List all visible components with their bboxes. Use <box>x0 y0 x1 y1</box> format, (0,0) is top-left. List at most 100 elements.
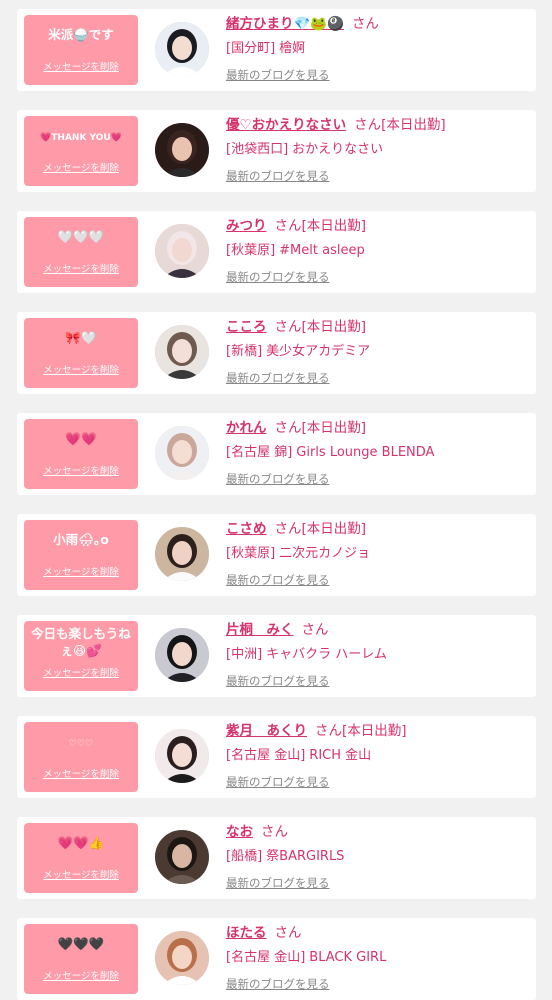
latest-blog-link[interactable]: 最新のブログを見る <box>226 472 330 487</box>
latest-blog-link[interactable]: 最新のブログを見る <box>226 371 330 386</box>
name-line: みつり さん[本日出勤] <box>226 217 366 235</box>
message-text: 米派🍚です <box>48 27 114 42</box>
honorific: さん <box>351 16 379 32</box>
honorific: さん <box>354 117 382 133</box>
list-item: 🖤🖤🖤 メッセージを削除 ほたる さん [名古屋 金山] BLACK GIRL 最新のブログ… <box>17 918 536 1000</box>
shop-line: [国分町] 檜婀 <box>226 40 305 58</box>
delete-message-link[interactable]: メッセージを削除 <box>24 61 138 74</box>
list-item: 💗💗 メッセージを削除 かれん さん[本日出勤] [名古屋 錦] Girls Lounge… <box>17 413 536 495</box>
avatar[interactable] <box>155 931 209 985</box>
avatar-photo <box>155 628 209 682</box>
honorific: さん <box>274 218 302 234</box>
name-line: ほたる さん <box>226 924 302 942</box>
shop-line: [名古屋 金山] BLACK GIRL <box>226 949 386 967</box>
avatar[interactable] <box>155 426 209 480</box>
favorites-list: 米派🍚です メッセージを削除 緒方ひまり💎🐸🎱 さん [国分町] 檜婀 最新のブログを見る 💗… <box>0 0 552 1000</box>
delete-message-link[interactable]: メッセージを削除 <box>24 465 138 478</box>
message-text: 🤍🤍🤍 <box>57 229 105 244</box>
latest-blog-link[interactable]: 最新のブログを見る <box>226 68 330 83</box>
shop-name: 二次元カノジョ <box>279 546 371 561</box>
message-text: 💗💗👍 <box>57 835 105 850</box>
shop-name: RICH 金山 <box>309 748 372 763</box>
delete-message-link[interactable]: メッセージを削除 <box>24 970 138 983</box>
latest-blog-link[interactable]: 最新のブログを見る <box>226 573 330 588</box>
delete-message-link[interactable]: メッセージを削除 <box>24 869 138 882</box>
message-box: 🎀🤍 メッセージを削除 <box>24 318 138 388</box>
cast-name-link[interactable]: 緒方ひまり💎🐸🎱 <box>226 16 344 32</box>
message-text: 🖤🖤🖤 <box>57 936 105 951</box>
avatar-photo <box>155 426 209 480</box>
cast-name-link[interactable]: 優♡おかえりなさい <box>226 117 346 133</box>
delete-message-link[interactable]: メッセージを削除 <box>24 768 138 781</box>
avatar[interactable] <box>155 224 209 278</box>
honorific: さん <box>274 521 302 537</box>
avatar-photo <box>155 22 209 76</box>
avatar-photo <box>155 931 209 985</box>
name-line: なお さん <box>226 823 288 841</box>
list-item: 🤍🤍🤍 メッセージを削除 みつり さん[本日出勤] [秋葉原] #Melt asleep 最… <box>17 211 536 293</box>
message-text: ♡♡♡ <box>68 739 94 749</box>
area-label: [国分町] <box>226 41 276 56</box>
shop-name: Girls Lounge BLENDA <box>296 445 435 460</box>
cast-name-link[interactable]: 紫月 あくり <box>226 723 307 739</box>
message-text: 今日も楽しもうねぇ😆💕 <box>31 626 131 658</box>
name-line: 紫月 あくり さん[本日出勤] <box>226 722 407 740</box>
cast-name-link[interactable]: こさめ <box>226 521 267 537</box>
delete-message-link[interactable]: メッセージを削除 <box>24 364 138 377</box>
working-today-badge: [本日出勤] <box>301 218 367 234</box>
delete-message-link[interactable]: メッセージを削除 <box>24 263 138 276</box>
avatar-photo <box>155 830 209 884</box>
cast-name-link[interactable]: みつり <box>226 218 267 234</box>
message-text: 💗💗 <box>65 431 97 446</box>
latest-blog-link[interactable]: 最新のブログを見る <box>226 876 330 891</box>
name-line: 緒方ひまり💎🐸🎱 さん <box>226 15 379 33</box>
cast-name-link[interactable]: なお <box>226 824 253 840</box>
name-line: かれん さん[本日出勤] <box>226 419 366 437</box>
list-item: 💗THANK YOU💗 メッセージを削除 優♡おかえりなさい さん[本日出勤] [池袋西… <box>17 110 536 192</box>
avatar-photo <box>155 325 209 379</box>
area-label: [名古屋 金山] <box>226 950 306 965</box>
latest-blog-link[interactable]: 最新のブログを見る <box>226 169 330 184</box>
latest-blog-link[interactable]: 最新のブログを見る <box>226 270 330 285</box>
shop-line: [名古屋 金山] RICH 金山 <box>226 747 371 765</box>
name-line: 片桐 みく さん <box>226 621 329 639</box>
working-today-badge: [本日出勤] <box>301 420 367 436</box>
message-box: 🤍🤍🤍 メッセージを削除 <box>24 217 138 287</box>
avatar[interactable] <box>155 628 209 682</box>
list-item: 💗💗👍 メッセージを削除 なお さん [船橋] 祭BARGIRLS 最新のブログを見る <box>17 817 536 899</box>
message-box: 💗THANK YOU💗 メッセージを削除 <box>24 116 138 186</box>
latest-blog-link[interactable]: 最新のブログを見る <box>226 977 330 992</box>
avatar[interactable] <box>155 527 209 581</box>
avatar[interactable] <box>155 830 209 884</box>
latest-blog-link[interactable]: 最新のブログを見る <box>226 775 330 790</box>
working-today-badge: [本日出勤] <box>301 319 367 335</box>
latest-blog-link[interactable]: 最新のブログを見る <box>226 674 330 689</box>
message-box: 米派🍚ですメッセージを削除 <box>24 15 138 85</box>
avatar[interactable] <box>155 729 209 783</box>
area-label: [池袋西口] <box>226 142 289 157</box>
delete-message-link[interactable]: メッセージを削除 <box>24 667 138 680</box>
cast-name-link[interactable]: こころ <box>226 319 267 335</box>
avatar[interactable] <box>155 22 209 76</box>
message-text: 🎀🤍 <box>65 330 97 345</box>
avatar-photo <box>155 224 209 278</box>
list-item: 米派🍚ですメッセージを削除 緒方ひまり💎🐸🎱 さん [国分町] 檜婀最新のブログを見る <box>17 9 536 91</box>
delete-message-link[interactable]: メッセージを削除 <box>24 566 138 579</box>
working-today-badge: [本日出勤] <box>381 117 446 133</box>
avatar-photo <box>155 729 209 783</box>
cast-name-link[interactable]: 片桐 みく <box>226 622 294 638</box>
honorific: さん <box>315 723 342 739</box>
delete-message-link[interactable]: メッセージを削除 <box>24 162 138 175</box>
honorific: さん <box>274 319 302 335</box>
honorific: さん <box>301 622 329 638</box>
working-today-badge: [本日出勤] <box>342 723 407 739</box>
avatar[interactable] <box>155 123 209 177</box>
avatar[interactable] <box>155 325 209 379</box>
cast-name-link[interactable]: かれん <box>226 420 267 436</box>
list-item: 小雨🌧｡o メッセージを削除 こさめ さん[本日出勤] [秋葉原] 二次元カノジョ 最新のブ… <box>17 514 536 596</box>
avatar-photo <box>155 123 209 177</box>
working-today-badge: [本日出勤] <box>301 521 367 537</box>
shop-line: [新橋] 美少女アカデミア <box>226 343 370 361</box>
cast-name-link[interactable]: ほたる <box>226 925 267 941</box>
message-box: ♡♡♡ メッセージを削除 <box>24 722 138 792</box>
